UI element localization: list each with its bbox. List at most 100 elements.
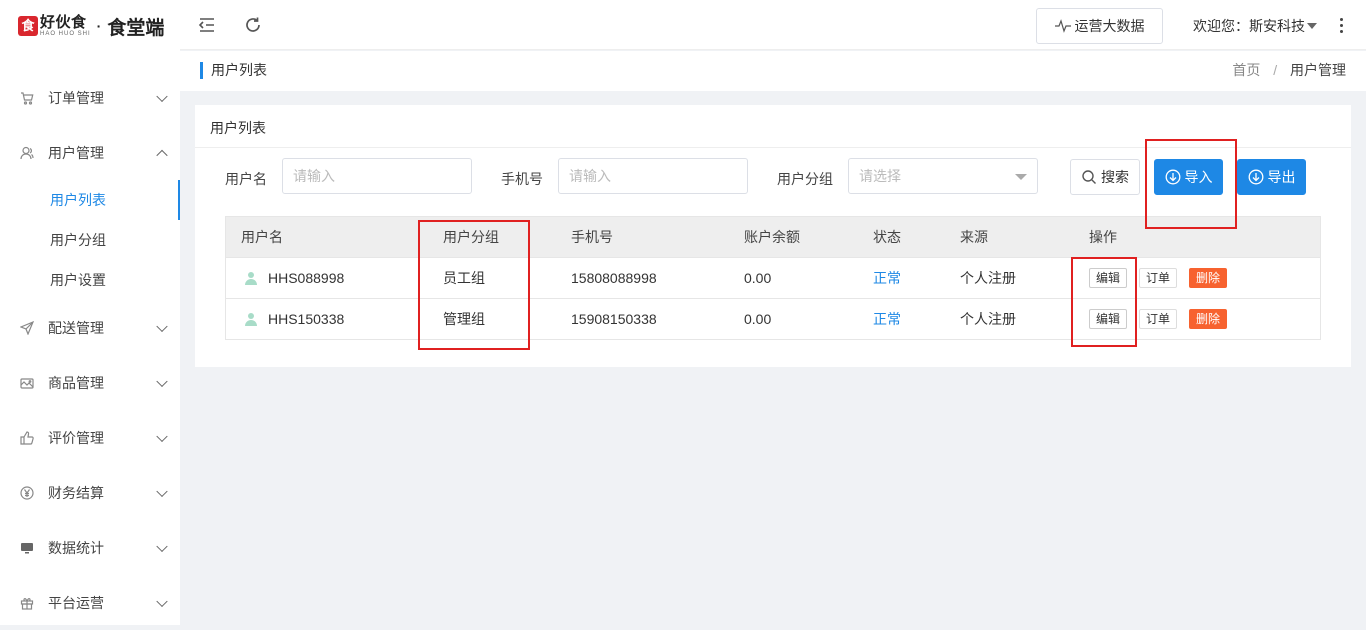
group-filter-label: 用户分组 bbox=[777, 171, 833, 187]
search-button-label: 搜索 bbox=[1101, 169, 1129, 185]
sidebar: 食 好伙食 HAO HUO SHI · 食堂端 订单管理 用户管理 用户列表 用… bbox=[0, 0, 180, 625]
table-row: HHS150338 管理组 15908150338 0.00 正常 个人注册 编… bbox=[226, 298, 1320, 339]
username-filter-input[interactable]: 请输入 bbox=[282, 158, 472, 194]
status-cell: 正常 bbox=[873, 270, 901, 286]
sidebar-subitem-user-groups[interactable]: 用户分组 bbox=[0, 220, 180, 260]
chevron-down-icon bbox=[156, 375, 168, 387]
order-button[interactable]: 订单 bbox=[1139, 268, 1178, 288]
username-text: HHS088998 bbox=[268, 270, 345, 286]
sidebar-subitem-user-list[interactable]: 用户列表 bbox=[0, 180, 180, 220]
sidebar-item-label: 数据统计 bbox=[48, 539, 104, 556]
delete-button[interactable]: 删除 bbox=[1189, 268, 1228, 288]
sidebar-menu: 订单管理 用户管理 用户列表 用户分组 用户设置 配送管理 商品管理 评价管理 … bbox=[0, 70, 180, 630]
phone-cell: 15908150338 bbox=[571, 311, 657, 327]
sidebar-item-label: 配送管理 bbox=[48, 319, 104, 336]
balance-cell: 0.00 bbox=[744, 270, 772, 286]
goods-icon bbox=[20, 376, 34, 390]
export-button[interactable]: 导出 bbox=[1237, 159, 1306, 195]
sidebar-item-statistics[interactable]: 数据统计 bbox=[0, 520, 180, 575]
card-title: 用户列表 bbox=[210, 120, 266, 136]
operations-bigdata-button[interactable]: 运营大数据 bbox=[1036, 8, 1163, 44]
chevron-down-icon bbox=[156, 540, 168, 552]
column-header: 状态 bbox=[873, 229, 901, 245]
sidebar-item-label: 订单管理 bbox=[48, 89, 104, 106]
user-avatar-icon bbox=[244, 271, 258, 285]
username-cell: HHS150338 bbox=[244, 299, 344, 339]
column-header: 手机号 bbox=[571, 229, 613, 245]
username-text: HHS150338 bbox=[268, 311, 345, 327]
sidebar-subitem-user-settings[interactable]: 用户设置 bbox=[0, 260, 180, 300]
logo-brand-pinyin: HAO HUO SHI bbox=[40, 31, 91, 37]
gift-icon bbox=[20, 596, 34, 610]
sidebar-item-orders[interactable]: 订单管理 bbox=[0, 70, 180, 125]
logo-brand-name: 好伙食 bbox=[40, 14, 87, 31]
user-icon bbox=[20, 146, 34, 160]
username-filter-label: 用户名 bbox=[225, 171, 267, 187]
chevron-down-icon bbox=[156, 90, 168, 102]
sidebar-item-label: 财务结算 bbox=[48, 484, 104, 501]
sidebar-item-label: 用户管理 bbox=[48, 144, 104, 161]
username-cell: HHS088998 bbox=[244, 258, 344, 298]
column-header: 账户余额 bbox=[744, 229, 800, 245]
user-menu[interactable]: 欢迎您：斯安科技 bbox=[1193, 16, 1317, 36]
more-vertical-icon[interactable] bbox=[1336, 14, 1346, 36]
breadcrumb-home[interactable]: 首页 bbox=[1232, 62, 1260, 78]
phone-filter-input[interactable]: 请输入 bbox=[558, 158, 748, 194]
sidebar-item-label: 评价管理 bbox=[48, 429, 104, 446]
phone-filter-label: 手机号 bbox=[501, 171, 543, 187]
sidebar-item-label: 平台运营 bbox=[48, 594, 104, 611]
user-list-card: 用户列表 用户名 请输入 手机号 请输入 用户分组 请选择 搜索 导入 导出 用… bbox=[195, 105, 1351, 367]
thumb-icon bbox=[20, 430, 34, 445]
sidebar-item-label: 商品管理 bbox=[48, 374, 104, 391]
select-arrow-icon bbox=[1015, 174, 1027, 180]
column-header: 用户名 bbox=[241, 229, 283, 245]
welcome-text: 欢迎您：斯安科技 bbox=[1193, 18, 1305, 34]
logo[interactable]: 食 好伙食 HAO HUO SHI · 食堂端 bbox=[18, 12, 164, 40]
chevron-down-icon bbox=[156, 320, 168, 332]
refresh-icon[interactable] bbox=[241, 13, 265, 37]
user-table: 用户名 用户分组 手机号 账户余额 状态 来源 操作 HHS088998 员工组… bbox=[225, 216, 1321, 340]
sidebar-item-reviews[interactable]: 评价管理 bbox=[0, 410, 180, 465]
source-cell: 个人注册 bbox=[960, 311, 1016, 327]
caret-down-icon bbox=[1307, 23, 1317, 29]
source-cell: 个人注册 bbox=[960, 270, 1016, 286]
cart-icon bbox=[20, 91, 34, 105]
logo-mark: 食 bbox=[18, 16, 38, 36]
logo-brand: 好伙食 HAO HUO SHI bbox=[40, 15, 91, 37]
status-cell: 正常 bbox=[873, 311, 901, 327]
sidebar-item-finance[interactable]: 财务结算 bbox=[0, 465, 180, 520]
chevron-down-icon bbox=[156, 430, 168, 442]
search-icon bbox=[1081, 169, 1097, 185]
page-title: 用户列表 bbox=[200, 62, 267, 79]
breadcrumb: 首页 / 用户管理 bbox=[1232, 62, 1346, 79]
top-header: 运营大数据 欢迎您：斯安科技 bbox=[180, 0, 1366, 50]
download-circle-icon bbox=[1248, 169, 1264, 185]
column-header: 操作 bbox=[1089, 229, 1117, 245]
highlight-box-import bbox=[1145, 139, 1237, 229]
sidebar-item-users[interactable]: 用户管理 bbox=[0, 125, 180, 180]
breadcrumb-current: 用户管理 bbox=[1290, 62, 1346, 78]
sidebar-item-delivery[interactable]: 配送管理 bbox=[0, 300, 180, 355]
export-button-label: 导出 bbox=[1267, 169, 1296, 185]
chevron-down-icon bbox=[156, 485, 168, 497]
sidebar-item-goods[interactable]: 商品管理 bbox=[0, 355, 180, 410]
highlight-box-edit-action bbox=[1071, 257, 1137, 347]
sidebar-item-operations[interactable]: 平台运营 bbox=[0, 575, 180, 630]
bigdata-label: 运营大数据 bbox=[1074, 18, 1145, 34]
group-filter-select[interactable]: 请选择 bbox=[848, 158, 1038, 194]
search-button[interactable]: 搜索 bbox=[1070, 159, 1140, 195]
yen-icon bbox=[20, 485, 34, 500]
table-row: HHS088998 员工组 15808088998 0.00 正常 个人注册 编… bbox=[226, 257, 1320, 298]
monitor-icon bbox=[20, 541, 34, 555]
group-select-placeholder: 请选择 bbox=[859, 168, 901, 184]
delete-button[interactable]: 删除 bbox=[1189, 309, 1228, 329]
logo-subtitle: 食堂端 bbox=[107, 17, 165, 39]
collapse-menu-icon[interactable] bbox=[195, 13, 219, 37]
pulse-icon bbox=[1054, 19, 1071, 33]
order-button[interactable]: 订单 bbox=[1139, 309, 1178, 329]
user-avatar-icon bbox=[244, 312, 258, 326]
phone-cell: 15808088998 bbox=[571, 270, 657, 286]
chevron-down-icon bbox=[156, 595, 168, 607]
chevron-up-icon bbox=[156, 149, 168, 161]
balance-cell: 0.00 bbox=[744, 311, 772, 327]
